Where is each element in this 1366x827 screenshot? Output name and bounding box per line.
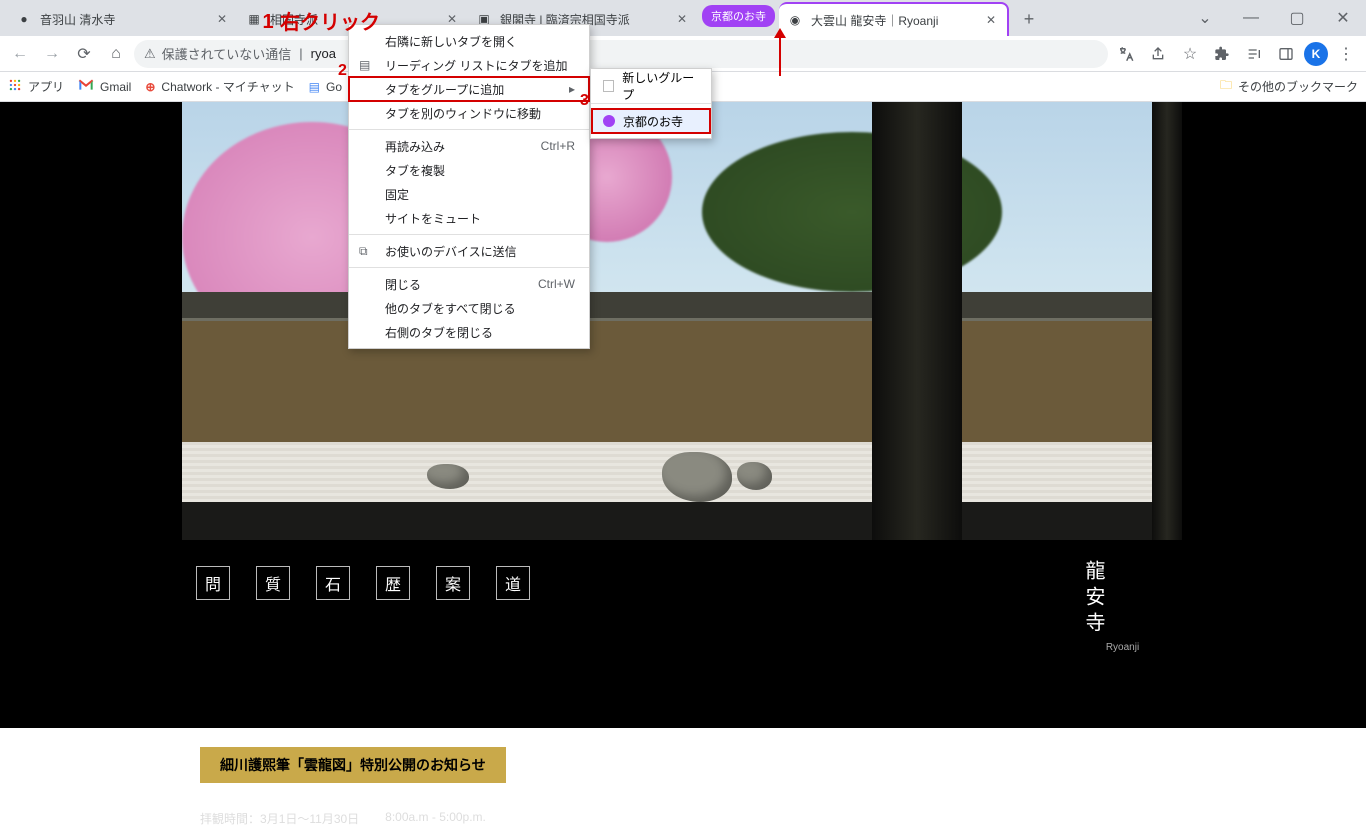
submenu-new-group[interactable]: 新しいグループ — [591, 73, 711, 99]
tab-title: 大雲山 龍安寺｜Ryoanji — [811, 12, 983, 29]
back-button[interactable]: ← — [6, 40, 34, 68]
new-group-icon — [603, 80, 614, 92]
kebab-menu-icon[interactable]: ⋮ — [1332, 40, 1360, 68]
address-bar[interactable]: ⚠ 保護されていない通信 | ryoa — [134, 40, 1108, 68]
translate-icon[interactable] — [1112, 40, 1140, 68]
nav-item[interactable]: 案 — [436, 566, 470, 600]
globe-icon: ◉ — [787, 12, 803, 28]
bookmark-label: その他のブックマーク — [1238, 78, 1358, 95]
close-icon[interactable]: ✕ — [674, 11, 690, 27]
annotation-arrow — [770, 28, 790, 78]
bookmark-label: Gmail — [100, 80, 131, 94]
devices-icon: ⧉ — [359, 244, 368, 259]
gmail-icon — [78, 79, 94, 94]
separator — [349, 234, 589, 235]
hero-image — [182, 102, 1182, 540]
submenu-arrow-icon: ▸ — [569, 82, 575, 96]
bookmark-chatwork[interactable]: ⊕ Chatwork - マイチャット — [145, 78, 294, 95]
url-text: ryoa — [311, 46, 336, 61]
ctx-close-right[interactable]: 右側のタブを閉じる — [349, 320, 589, 344]
extensions-puzzle-icon[interactable] — [1208, 40, 1236, 68]
ctx-add-to-group[interactable]: タブをグループに追加▸ — [349, 77, 589, 101]
folder-icon: 🗀 — [1220, 76, 1232, 97]
tab-title: 音羽山 清水寺 — [40, 11, 214, 28]
reload-button[interactable]: ⟳ — [70, 40, 98, 68]
ctx-pin[interactable]: 固定 — [349, 182, 589, 206]
shortcut-label: Ctrl+W — [538, 277, 575, 291]
side-panel-icon[interactable] — [1272, 40, 1300, 68]
ctx-close-others[interactable]: 他のタブをすべて閉じる — [349, 296, 589, 320]
site-nav: 問 質 石 歴 案 道 — [196, 566, 530, 600]
separator — [591, 103, 711, 104]
bookmark-label: Go — [326, 80, 342, 94]
nav-item[interactable]: 石 — [316, 566, 350, 600]
logo-romaji: Ryoanji — [1079, 642, 1166, 653]
ctx-open-right[interactable]: 右隣に新しいタブを開く — [349, 29, 589, 53]
minimize-button[interactable]: — — [1228, 0, 1274, 36]
hours-label: 拝観時間： — [200, 812, 260, 826]
ctx-close[interactable]: 閉じるCtrl+W — [349, 272, 589, 296]
ctx-reload[interactable]: 再読み込みCtrl+R — [349, 134, 589, 158]
site-logo: 龍安寺 Ryoanji — [1079, 560, 1166, 653]
tab-1[interactable]: ● 音羽山 清水寺 ✕ — [8, 2, 238, 36]
not-secure-label: 保護されていない通信 — [162, 44, 292, 63]
favicon-icon: ▦ — [246, 11, 262, 27]
page-content: 問 質 石 歴 案 道 龍安寺 Ryoanji 細川護煕筆「雲龍図」特別公開のお… — [0, 102, 1366, 728]
bookmark-google[interactable]: ▤ Go — [309, 80, 342, 94]
hours-dates: 3月1日～11月30日 — [260, 812, 359, 826]
group-submenu: 新しいグループ 京都のお寺 — [590, 68, 712, 139]
apps-grid-icon — [8, 78, 22, 95]
shortcut-label: Ctrl+R — [541, 139, 575, 153]
google-translate-icon: ▤ — [309, 80, 320, 94]
apps-label: アプリ — [28, 78, 64, 95]
ctx-move-window[interactable]: タブを別のウィンドウに移動 — [349, 101, 589, 125]
tab-search-chevron-icon[interactable]: ⌄ — [1182, 0, 1228, 36]
notice-banner[interactable]: 細川護煕筆「雲龍図」特別公開のお知らせ — [200, 747, 506, 783]
close-icon[interactable]: ✕ — [983, 12, 999, 28]
tab-strip: ● 音羽山 清水寺 ✕ ▦ 相国寺派 ✕ ▣ 銀閣寺 | 臨済宗相国寺派 ✕ 京… — [0, 0, 1366, 36]
maximize-button[interactable]: ▢ — [1274, 0, 1320, 36]
chatwork-icon: ⊕ — [145, 80, 155, 94]
close-icon[interactable]: ✕ — [214, 11, 230, 27]
new-tab-button[interactable]: + — [1015, 5, 1043, 33]
reading-list-icon: ▤ — [359, 58, 370, 72]
profile-avatar[interactable]: K — [1304, 42, 1328, 66]
nav-item[interactable]: 道 — [496, 566, 530, 600]
nav-item[interactable]: 質 — [256, 566, 290, 600]
home-button[interactable]: ⌂ — [102, 40, 130, 68]
separator — [349, 267, 589, 268]
ctx-mute[interactable]: サイトをミュート — [349, 206, 589, 230]
logo-kanji: 龍安寺 — [1079, 560, 1108, 638]
tab-4-active[interactable]: ◉ 大雲山 龍安寺｜Ryoanji ✕ — [779, 2, 1009, 36]
other-bookmarks[interactable]: 🗀 その他のブックマーク — [1220, 76, 1358, 97]
tab-context-menu: 右隣に新しいタブを開く ▤リーディング リストにタブを追加 タブをグループに追加… — [348, 24, 590, 349]
ctx-duplicate[interactable]: タブを複製 — [349, 158, 589, 182]
not-secure-warning: ⚠ 保護されていない通信 — [144, 44, 291, 63]
hours-time: 8:00a.m - 5:00p.m. — [385, 810, 486, 827]
toolbar: ← → ⟳ ⌂ ⚠ 保護されていない通信 | ryoa ☆ K ⋮ — [0, 36, 1366, 72]
nav-item[interactable]: 歴 — [376, 566, 410, 600]
forward-button: → — [38, 40, 66, 68]
bookmark-star-icon[interactable]: ☆ — [1176, 40, 1204, 68]
ctx-send-device[interactable]: ⧉お使いのデバイスに送信 — [349, 239, 589, 263]
ctx-reading-list[interactable]: ▤リーディング リストにタブを追加 — [349, 53, 589, 77]
bookmark-label: Chatwork - マイチャット — [161, 78, 294, 95]
visiting-hours: 拝観時間：3月1日～11月30日 8:00a.m - 5:00p.m. — [200, 810, 486, 827]
separator — [349, 129, 589, 130]
warning-triangle-icon: ⚠ — [144, 46, 156, 62]
share-icon[interactable] — [1144, 40, 1172, 68]
tab-group-chip[interactable]: 京都のお寺 — [702, 5, 775, 27]
favicon-icon: ● — [16, 11, 32, 27]
group-color-dot-icon — [603, 115, 615, 127]
close-window-button[interactable]: ✕ — [1320, 0, 1366, 36]
apps-shortcut[interactable]: アプリ — [8, 78, 64, 95]
bookmark-gmail[interactable]: Gmail — [78, 79, 131, 94]
submenu-existing-group[interactable]: 京都のお寺 — [591, 108, 711, 134]
window-controls: ⌄ — ▢ ✕ — [1182, 0, 1366, 36]
reading-list-icon[interactable] — [1240, 40, 1268, 68]
nav-item[interactable]: 問 — [196, 566, 230, 600]
